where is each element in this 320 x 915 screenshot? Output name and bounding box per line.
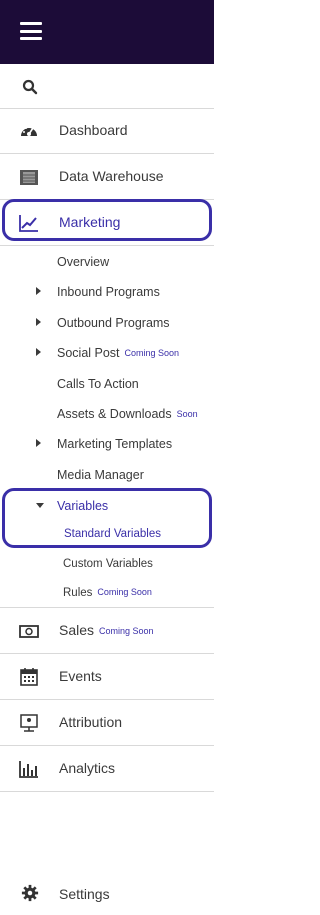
sidebar-item-data-warehouse[interactable]: Data Warehouse — [0, 154, 214, 200]
submenu-label: Social Post — [57, 346, 120, 360]
sidebar-item-label: Dashboard — [59, 122, 128, 138]
sales-label: Sales — [59, 622, 95, 638]
sidebar-item-dashboard[interactable]: Dashboard — [0, 108, 214, 154]
expand-caret-icon[interactable] — [36, 287, 41, 295]
coming-soon-badge: Coming Soon — [97, 587, 152, 597]
expand-caret-icon[interactable] — [36, 348, 41, 356]
submenu-outbound-programs[interactable]: Outbound Programs — [57, 316, 170, 330]
coming-soon-badge: Coming Soon — [99, 626, 154, 636]
variables-highlight-outline — [2, 488, 212, 548]
sidebar-item-label: Settings — [59, 886, 110, 902]
sidebar-item-analytics[interactable]: Analytics — [0, 746, 214, 792]
coming-soon-badge: Coming Soon — [124, 348, 180, 358]
submenu-custom-variables[interactable]: Custom Variables — [63, 558, 153, 570]
submenu-media-manager[interactable]: Media Manager — [57, 468, 144, 482]
submenu-label: Assets & Downloads — [57, 407, 172, 421]
submenu-label: Rules — [63, 587, 93, 599]
expand-caret-icon[interactable] — [36, 318, 41, 326]
sidebar-item-events[interactable]: Events — [0, 654, 214, 700]
sidebar-item-label: Analytics — [59, 760, 116, 776]
attribution-icon — [20, 714, 38, 732]
sidebar-item-label: Data Warehouse — [59, 168, 164, 184]
submenu-assets-downloads[interactable]: Assets & Downloads Soon — [57, 407, 198, 421]
sidebar-item-label: Attribution — [59, 714, 123, 730]
submenu-calls-to-action[interactable]: Calls To Action — [57, 377, 139, 391]
calendar-icon — [20, 668, 38, 686]
sidebar-item-settings[interactable]: Settings — [0, 878, 214, 915]
submenu-overview[interactable]: Overview — [57, 255, 109, 269]
sales-money-icon — [19, 625, 39, 638]
data-warehouse-icon — [20, 170, 38, 185]
soon-badge: Soon — [176, 409, 198, 419]
hamburger-menu-icon[interactable] — [20, 22, 42, 40]
expand-caret-icon[interactable] — [36, 439, 41, 447]
sidebar-item-attribution[interactable]: Attribution — [0, 700, 214, 746]
search-icon[interactable] — [22, 79, 38, 95]
sidebar-item-label: Events — [59, 668, 102, 684]
marketing-highlight-outline — [2, 199, 212, 241]
dashboard-icon — [21, 125, 37, 136]
sidebar-item-label: Sales Coming Soon — [59, 622, 154, 638]
submenu-rules[interactable]: Rules Coming Soon — [63, 587, 152, 599]
submenu-inbound-programs[interactable]: Inbound Programs — [57, 285, 160, 299]
gear-icon — [21, 884, 39, 902]
submenu-marketing-templates[interactable]: Marketing Templates — [57, 437, 172, 451]
search-row[interactable] — [0, 64, 214, 109]
analytics-bar-icon — [19, 761, 38, 778]
submenu-social-post[interactable]: Social Post Coming Soon — [57, 346, 179, 360]
sidebar-item-sales[interactable]: Sales Coming Soon — [0, 608, 214, 654]
top-bar — [0, 0, 214, 64]
